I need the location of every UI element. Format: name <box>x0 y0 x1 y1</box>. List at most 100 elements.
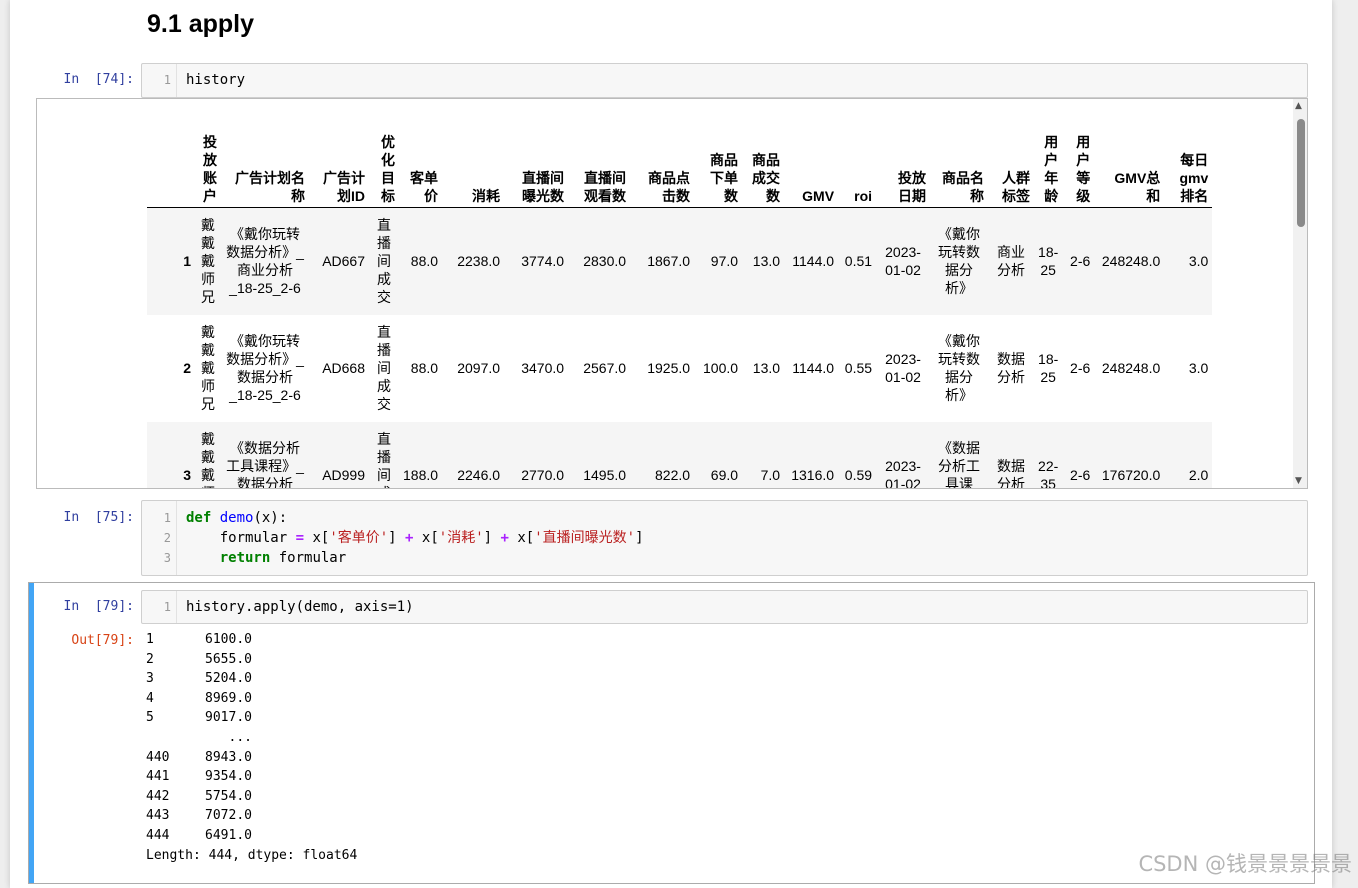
series-value: 5754.0 <box>205 788 252 804</box>
code-text: x[ <box>413 530 439 546</box>
cell-line: 2097.0 <box>457 360 501 376</box>
table-row: 3戴戴戴师兄《数据分析工具课程》_数据分析_22-35_2-6AD999直播间成… <box>147 421 1213 489</box>
cell-line: 《数据 <box>938 440 981 456</box>
column-header-text: GMV <box>802 187 834 205</box>
code-text: x[ <box>304 530 330 546</box>
cell-line: 播 <box>377 449 391 465</box>
column-header-text: 商品点 击数 <box>648 169 690 205</box>
line-number: 1 <box>163 600 171 614</box>
table-cell: 《数据分析工具课程》_数据分析_22-35_2-6 <box>221 422 309 488</box>
dataframe-output[interactable]: 投放账户广告计划名称广告计 划ID 优化目标客单价消耗 直播间 曝光数 直播间 观看数 商品点… <box>36 98 1308 489</box>
code-input-74[interactable]: 1 history <box>141 63 1308 98</box>
column-header: 消耗 <box>442 121 505 208</box>
cell-line: 工具课程》_ <box>226 458 304 474</box>
cell-line: 分析 <box>997 262 1026 279</box>
header-line: 账 <box>203 170 217 186</box>
series-index: 4 <box>146 690 154 706</box>
cell-line: 22- <box>1038 458 1059 474</box>
cell-line: 2023- <box>885 458 921 474</box>
output-scrollbar[interactable]: ▲ ▼ <box>1293 99 1307 488</box>
line-number: 1 <box>163 511 171 525</box>
cell-line: 兄 <box>201 396 215 412</box>
cell-line: 戴 <box>201 449 215 465</box>
cell-text: 2.0 <box>1189 466 1208 484</box>
header-line: 观看数 <box>584 188 627 204</box>
series-row: 443 7072.0 <box>146 806 357 826</box>
cell-text: 7.0 <box>761 466 780 484</box>
cell-line: 戴 <box>201 324 215 340</box>
cell-line: 2023- <box>885 351 921 367</box>
column-header-text: 直播间 观看数 <box>584 169 626 205</box>
header-line: 标 <box>381 188 395 204</box>
row-index: 2 <box>183 360 191 376</box>
column-header-text: GMV总和 <box>1114 169 1160 205</box>
code-line: return formular <box>186 548 1307 568</box>
selected-cell-indicator <box>29 583 34 883</box>
header-line: 化 <box>381 152 395 168</box>
column-header: 每日 gmv 排名 <box>1164 121 1213 208</box>
code-editor[interactable]: def demo(x): formular = x['客单价'] + x['消耗… <box>186 508 1307 568</box>
cell-text: 《戴你玩转 数据分析》_ 数据分析 _18-25_2-6 <box>226 332 304 404</box>
cell-line: 戴 <box>201 431 215 447</box>
cell-text: 3.0 <box>1189 252 1208 270</box>
cell-line: 0.51 <box>844 253 873 270</box>
table-cell: 《戴你玩转 数据分析》_ 商业分析 _18-25_2-6 <box>221 208 309 315</box>
header-line: 客单 <box>410 170 439 186</box>
cell-line: 戴 <box>201 253 215 270</box>
cell-line: 2.0 <box>1188 467 1209 483</box>
cell-text: AD668 <box>322 359 365 377</box>
cell-text: 直播间成交 <box>377 430 391 488</box>
scroll-down-arrow-icon[interactable]: ▼ <box>1295 476 1302 486</box>
cell-text: 2023- 01-02 <box>885 457 921 488</box>
table-cell: 2567.0 <box>568 315 630 422</box>
column-header-text: roi <box>854 187 872 205</box>
cell-line: AD668 <box>322 360 365 376</box>
code-line[interactable]: history.apply(demo, axis=1) <box>186 597 1307 617</box>
cell-line: 具课 <box>945 476 974 489</box>
header-line: 龄 <box>1044 188 1059 204</box>
column-header: 人群 标签 <box>988 121 1035 208</box>
table-body: 1 戴戴戴师兄《戴你玩转 数据分析》_ 商业分析 _18-25_2-6 AD667 直播间成… <box>147 207 1213 489</box>
series-row: 4 8969.0 <box>146 689 357 709</box>
table-row: 2 戴戴戴师兄《戴你玩转 数据分析》_ 数据分析 _18-25_2-6 AD668 直播间成… <box>147 315 1212 422</box>
cell-line: 13.0 <box>752 360 781 376</box>
cell-line: 玩转数 <box>938 244 981 261</box>
scrollbar-thumb[interactable] <box>1297 119 1305 227</box>
csdn-watermark: CSDN @钱景景景景景 <box>1138 852 1352 876</box>
header-line: 成交 <box>752 170 781 186</box>
series-value: 8969.0 <box>205 690 252 706</box>
cell-text: 2238.0 <box>457 252 500 270</box>
table-cell: 13.0 <box>742 315 784 422</box>
code-input-79[interactable]: 1 history.apply(demo, axis=1) <box>141 590 1308 624</box>
cell-text: 直播间成交 <box>377 216 391 306</box>
function-name: demo <box>219 510 254 526</box>
code-text: ] <box>635 530 644 546</box>
code-text: ] <box>388 530 406 546</box>
table-cell: AD999 <box>309 422 369 489</box>
row-index: 3 <box>183 467 191 483</box>
header-line: 称 <box>970 188 985 204</box>
header-line: 日期 <box>898 188 927 204</box>
series-row: 440 8943.0 <box>146 748 357 768</box>
column-header: 优化目标 <box>369 121 399 208</box>
line-number-gutter: 1 <box>142 591 177 623</box>
scroll-up-arrow-icon[interactable]: ▲ <box>1295 101 1302 111</box>
table-cell: 3470.0 <box>504 315 568 422</box>
header-line: 人群 <box>1002 170 1031 186</box>
table-cell: 直播间成交 <box>369 315 399 422</box>
series-row: 3 5204.0 <box>146 669 357 689</box>
table-cell: AD667 <box>309 208 369 315</box>
code-input-75[interactable]: 1 2 3 def demo(x): formular = x['客单价'] +… <box>141 500 1308 576</box>
header-line: 年 <box>1044 170 1059 186</box>
cell-line: 18- <box>1038 244 1059 261</box>
header-line: 级 <box>1076 188 1091 204</box>
cell-line: 分析 <box>997 369 1026 385</box>
cell-text: 1144.0 <box>792 359 834 377</box>
table-cell: 1316.0 <box>784 422 838 489</box>
cell-text: 2246.0 <box>457 466 500 484</box>
cell-line: 88.0 <box>410 360 439 376</box>
column-header-text: 商品名称 <box>942 169 984 205</box>
keyword-def: def <box>186 510 212 526</box>
series-index: 5 <box>146 710 154 726</box>
code-line[interactable]: history <box>186 70 1307 90</box>
